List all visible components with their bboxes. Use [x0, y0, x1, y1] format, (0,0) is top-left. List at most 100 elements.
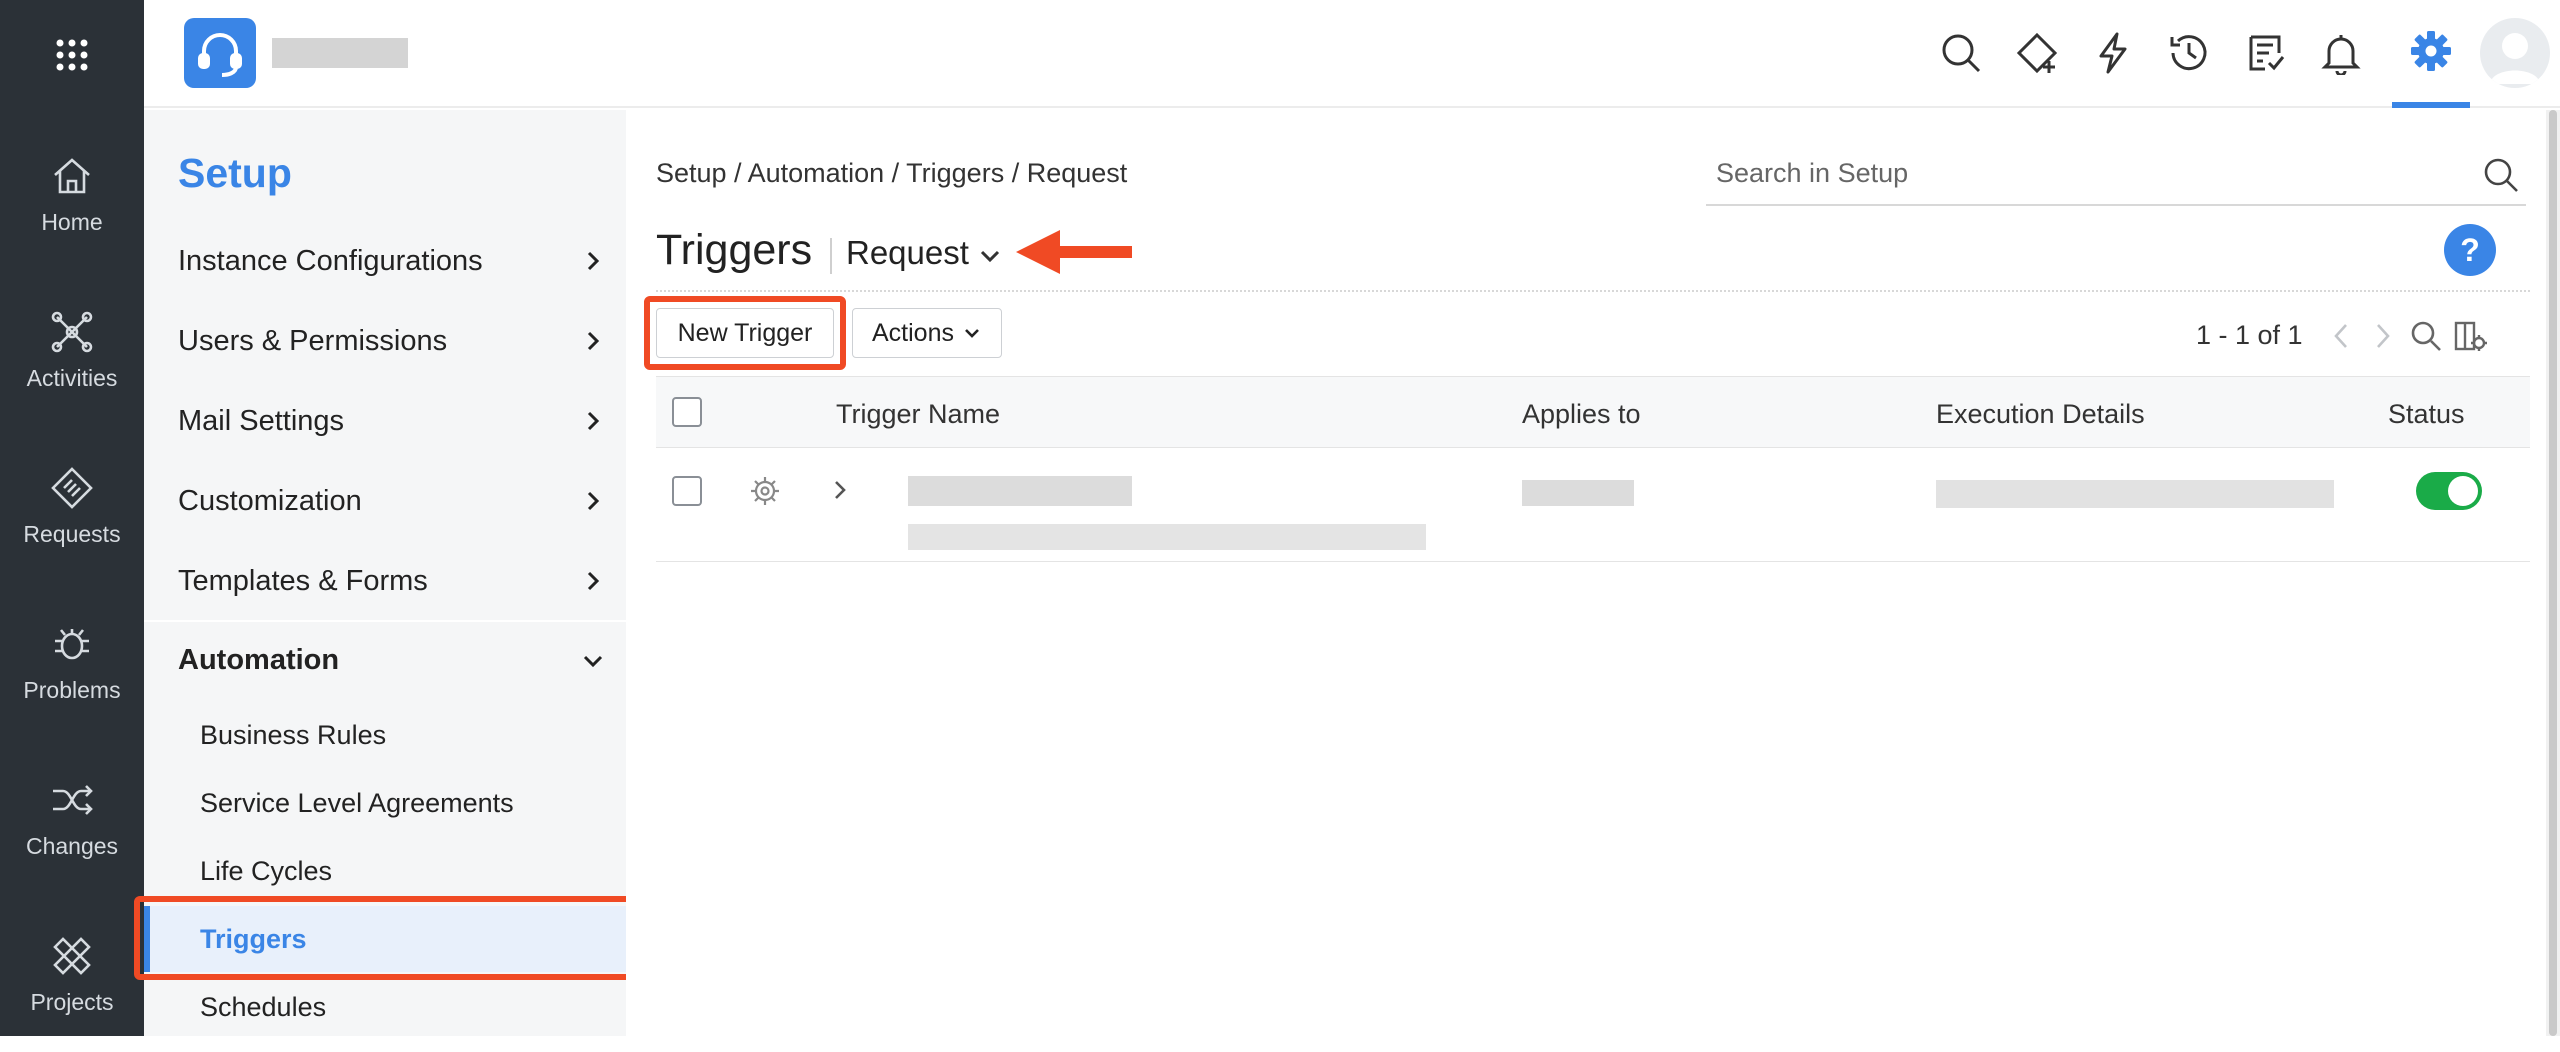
headset-logo-icon [198, 33, 242, 77]
nav-changes-label: Changes [25, 832, 119, 859]
setup-search [1706, 142, 2526, 206]
left-nav-rail: Home Activities Requests Problems Change… [0, 0, 144, 1036]
help-button[interactable]: ? [2444, 224, 2496, 276]
chevron-right-icon [587, 491, 600, 511]
module-dropdown[interactable]: Request [846, 234, 1003, 272]
submenu-life-cycles[interactable]: Life Cycles [144, 838, 626, 904]
column-header-execution-details[interactable]: Execution Details [1936, 399, 2145, 430]
chevron-left-icon [2334, 324, 2347, 348]
submenu-service-level-agreements[interactable]: Service Level Agreements [144, 770, 626, 836]
menu-label: Templates & Forms [178, 564, 428, 597]
select-all-checkbox[interactable] [672, 397, 702, 427]
table-header: Trigger Name Applies to Execution Detail… [656, 376, 2530, 448]
activities-icon [51, 311, 93, 352]
status-toggle[interactable] [2416, 472, 2482, 510]
menu-automation[interactable]: Automation [144, 620, 626, 698]
breadcrumb: Setup / Automation / Triggers / Request [656, 158, 1128, 188]
projects-icon [53, 936, 91, 975]
nav-problems[interactable]: Problems [0, 584, 144, 740]
main-content: Setup / Automation / Triggers / Request … [626, 110, 2560, 1036]
trigger-description-redacted [908, 524, 1426, 550]
applies-to-redacted [1522, 480, 1634, 506]
menu-templates-forms[interactable]: Templates & Forms [144, 542, 626, 620]
top-header [144, 0, 2560, 108]
menu-label: Instance Configurations [178, 244, 483, 277]
search-icon [1942, 34, 1981, 73]
chevron-right-icon [587, 571, 600, 591]
menu-mail-settings[interactable]: Mail Settings [144, 382, 626, 460]
column-header-status[interactable]: Status [2388, 399, 2465, 430]
column-settings-icon [2454, 321, 2487, 351]
tasks-icon [2249, 35, 2285, 71]
menu-label: Customization [178, 484, 362, 517]
nav-home-label: Home [41, 208, 103, 235]
annotation-highlight-new-trigger [644, 296, 846, 370]
submenu-label: Life Cycles [200, 855, 333, 886]
history-icon [2170, 35, 2207, 71]
trigger-name-redacted[interactable] [908, 476, 1132, 506]
nav-home[interactable]: Home [0, 116, 144, 272]
quick-actions-button[interactable] [2086, 26, 2140, 80]
requests-icon [51, 466, 93, 509]
chevron-down-icon [583, 655, 603, 668]
history-button[interactable] [2162, 26, 2216, 80]
menu-customization[interactable]: Customization [144, 462, 626, 540]
quick-actions-icon [2099, 32, 2127, 74]
table-row[interactable] [656, 448, 2530, 562]
setup-title: Setup [178, 150, 292, 196]
global-search-button[interactable] [1934, 26, 1988, 80]
nav-projects[interactable]: Projects [0, 896, 144, 1052]
setup-search-input[interactable] [1716, 157, 2436, 189]
new-ticket-icon [2016, 32, 2058, 74]
nav-requests-label: Requests [23, 520, 121, 547]
chevron-down-icon [980, 250, 999, 263]
settings-button[interactable] [2392, 0, 2470, 108]
annotation-arrow-icon [1016, 230, 1132, 274]
nav-requests[interactable]: Requests [0, 428, 144, 584]
menu-label: Users & Permissions [178, 324, 448, 357]
menu-instance-configurations[interactable]: Instance Configurations [144, 222, 626, 300]
submenu-label: Schedules [200, 991, 327, 1022]
previous-page-button[interactable] [2322, 316, 2362, 356]
avatar-placeholder-icon [2490, 33, 2540, 84]
user-avatar[interactable] [2480, 18, 2550, 88]
column-header-applies-to[interactable]: Applies to [1522, 399, 1641, 430]
row-checkbox[interactable] [672, 476, 702, 506]
column-header-trigger-name[interactable]: Trigger Name [836, 399, 1000, 430]
submenu-label: Service Level Agreements [200, 787, 514, 818]
submenu-business-rules[interactable]: Business Rules [144, 702, 626, 768]
app-launcher-icon[interactable] [0, 0, 144, 110]
tasks-button[interactable] [2238, 26, 2292, 80]
column-settings-button[interactable] [2450, 316, 2490, 356]
notifications-icon [2321, 35, 2361, 75]
row-settings-gear-icon[interactable] [748, 474, 782, 508]
actions-dropdown-button[interactable]: Actions [852, 308, 1002, 358]
home-icon [54, 157, 90, 193]
search-icon[interactable] [2482, 156, 2520, 194]
pagination-info: 1 - 1 of 1 [2196, 320, 2303, 350]
menu-label: Mail Settings [178, 404, 345, 437]
scrollbar-thumb[interactable] [2549, 110, 2557, 1036]
title-separator-line [656, 290, 2530, 292]
new-ticket-button[interactable] [2010, 26, 2064, 80]
nav-changes[interactable]: Changes [0, 740, 144, 896]
submenu-schedules[interactable]: Schedules [144, 974, 626, 1040]
table-search-button[interactable] [2406, 316, 2446, 356]
nav-activities-label: Activities [26, 364, 118, 391]
app-name-redacted [272, 38, 408, 68]
actions-label: Actions [872, 318, 954, 347]
app-logo[interactable] [184, 18, 256, 88]
submenu-label: Business Rules [200, 719, 387, 750]
expand-row-chevron-icon[interactable] [828, 478, 852, 502]
execution-details-redacted [1936, 480, 2334, 508]
menu-users-permissions[interactable]: Users & Permissions [144, 302, 626, 380]
nav-activities[interactable]: Activities [0, 272, 144, 428]
title-divider [830, 238, 832, 274]
chevron-down-icon [965, 329, 979, 338]
page-scrollbar[interactable] [2546, 110, 2560, 1036]
settings-icon [2411, 31, 2451, 71]
next-page-button[interactable] [2362, 316, 2402, 356]
search-icon [2411, 321, 2441, 351]
nav-projects-label: Projects [30, 988, 114, 1015]
notifications-button[interactable] [2314, 26, 2368, 80]
